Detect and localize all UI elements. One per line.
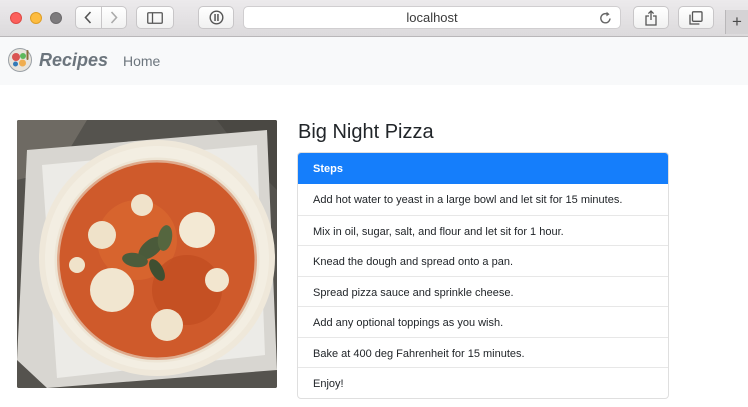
list-item: Knead the dough and spread onto a pan. xyxy=(298,245,668,276)
close-window-button[interactable] xyxy=(10,12,22,24)
show-all-tabs-button[interactable] xyxy=(678,6,714,29)
steps-list: Steps Add hot water to yeast in a large … xyxy=(297,152,669,399)
site-navbar: Recipes Home xyxy=(0,37,748,85)
url-text: localhost xyxy=(406,10,458,25)
zoom-window-button[interactable] xyxy=(50,12,62,24)
steps-header[interactable]: Steps xyxy=(298,153,668,184)
list-item: Bake at 400 deg Fahrenheit for 15 minute… xyxy=(298,336,668,368)
brand-name: Recipes xyxy=(39,49,109,70)
privacy-report-button[interactable] xyxy=(198,6,234,29)
list-item: Spread pizza sauce and sprinkle cheese. xyxy=(298,275,668,307)
new-tab-button[interactable]: + xyxy=(725,10,748,34)
shield-icon xyxy=(208,10,224,25)
navigation-buttons xyxy=(75,6,127,29)
chevron-left-icon xyxy=(84,11,92,24)
recipe-photo xyxy=(17,120,277,388)
recipes-logo-icon xyxy=(8,48,32,72)
list-item: Enjoy! xyxy=(298,367,668,398)
reload-icon[interactable] xyxy=(599,11,612,25)
brand-link[interactable]: Recipes xyxy=(7,47,108,73)
forward-button[interactable] xyxy=(100,7,126,28)
back-button[interactable] xyxy=(76,7,101,28)
browser-toolbar: localhost + xyxy=(0,0,748,37)
nav-link-home[interactable]: Home xyxy=(123,53,160,69)
sidebar-icon xyxy=(147,11,163,24)
tabs-overview-icon xyxy=(689,10,703,25)
list-item: Add hot water to yeast in a large bowl a… xyxy=(313,194,623,206)
minimize-window-button[interactable] xyxy=(30,12,42,24)
list-item: Add any optional toppings as you wish. xyxy=(298,306,668,337)
sidebar-toggle-button[interactable] xyxy=(136,6,174,29)
list-item: Mix in oil, sugar, salt, and flour and l… xyxy=(298,214,668,246)
address-bar[interactable]: localhost xyxy=(243,6,621,29)
share-button[interactable] xyxy=(633,6,669,29)
chevron-right-icon xyxy=(110,11,118,24)
share-icon xyxy=(645,9,657,26)
recipe-title: Big Night Pizza xyxy=(298,121,434,143)
